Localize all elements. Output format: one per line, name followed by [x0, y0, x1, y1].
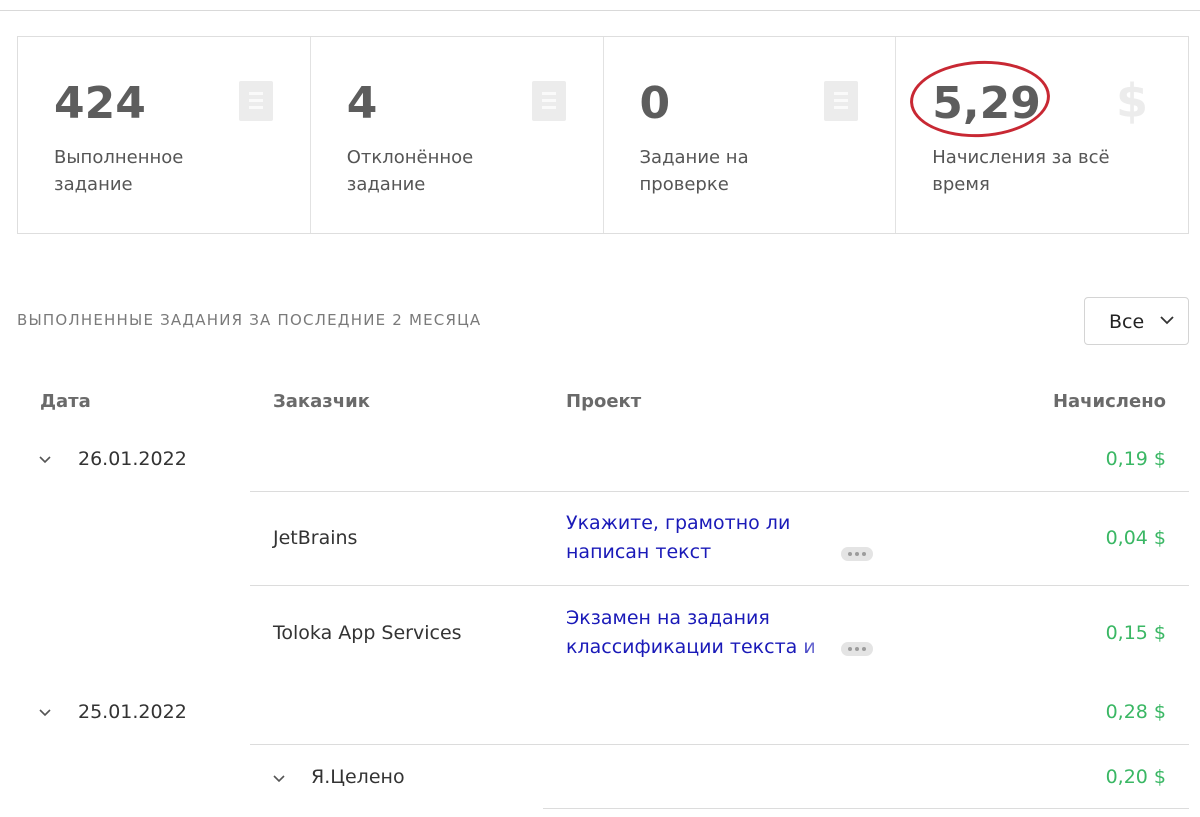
row-amount: 0,04 $: [1105, 527, 1166, 549]
stat-value: 424: [54, 78, 146, 129]
column-header-earned: Начислено: [1052, 391, 1166, 412]
stat-label: Задание на проверке: [639, 147, 749, 195]
document-icon: [238, 81, 273, 121]
stat-pending-tasks: 0 Задание на проверке: [604, 37, 897, 233]
row-divider: [250, 585, 1189, 586]
column-header-project: Проект: [566, 391, 642, 412]
group-total: 0,19 $: [1105, 448, 1166, 470]
filter-selected-value: Все: [1109, 311, 1145, 333]
stat-label: Выполненное задание: [54, 147, 184, 195]
chevron-down-icon[interactable]: [38, 708, 52, 718]
document-icon: [531, 81, 566, 121]
stats-panel: 424 Выполненное задание 4 Отклонённое за…: [17, 36, 1189, 234]
stat-label: Начисления за всё время: [932, 147, 1110, 195]
stat-completed-tasks: 424 Выполненное задание: [18, 37, 311, 233]
chevron-down-icon[interactable]: [272, 774, 286, 784]
column-header-customer: Заказчик: [273, 391, 370, 412]
more-icon[interactable]: [841, 642, 873, 656]
row-project-text: Экзамен на задания классификации текста …: [566, 607, 816, 658]
group-date: 26.01.2022: [78, 448, 187, 470]
dollar-icon: $: [1115, 74, 1148, 128]
row-divider: [250, 491, 1189, 492]
row-customer: JetBrains: [273, 527, 358, 549]
stat-value: 4: [346, 78, 378, 129]
stat-total-earnings: 5,29 Начисления за всё время $: [896, 37, 1188, 233]
group-date: 25.01.2022: [78, 701, 187, 723]
stat-value: 5,29: [932, 78, 1041, 129]
row-amount: 0,15 $: [1105, 622, 1166, 644]
more-icon[interactable]: [841, 547, 873, 561]
subgroup-customer: Я.Целено: [311, 766, 405, 788]
row-customer: Toloka App Services: [273, 622, 462, 644]
filter-select[interactable]: Все: [1084, 297, 1189, 345]
row-project-link[interactable]: Экзамен на задания классификации текста …: [566, 604, 844, 662]
row-divider: [543, 808, 1189, 809]
text-fade: [796, 633, 844, 662]
chevron-down-icon: [1160, 316, 1174, 325]
stat-label: Отклонённое задание: [346, 147, 474, 195]
stat-value: 0: [639, 78, 671, 129]
chevron-down-icon[interactable]: [38, 455, 52, 465]
subgroup-amount: 0,20 $: [1105, 766, 1166, 788]
row-project-link[interactable]: Укажите, грамотно ли написан текст: [566, 509, 826, 567]
row-divider: [250, 744, 1189, 745]
stat-rejected-tasks: 4 Отклонённое задание: [311, 37, 604, 233]
top-divider: [0, 10, 1200, 11]
section-title: ВЫПОЛНЕННЫЕ ЗАДАНИЯ ЗА ПОСЛЕДНИЕ 2 МЕСЯЦ…: [17, 311, 482, 329]
document-icon: [824, 81, 859, 121]
group-total: 0,28 $: [1105, 701, 1166, 723]
column-header-date: Дата: [40, 391, 91, 412]
